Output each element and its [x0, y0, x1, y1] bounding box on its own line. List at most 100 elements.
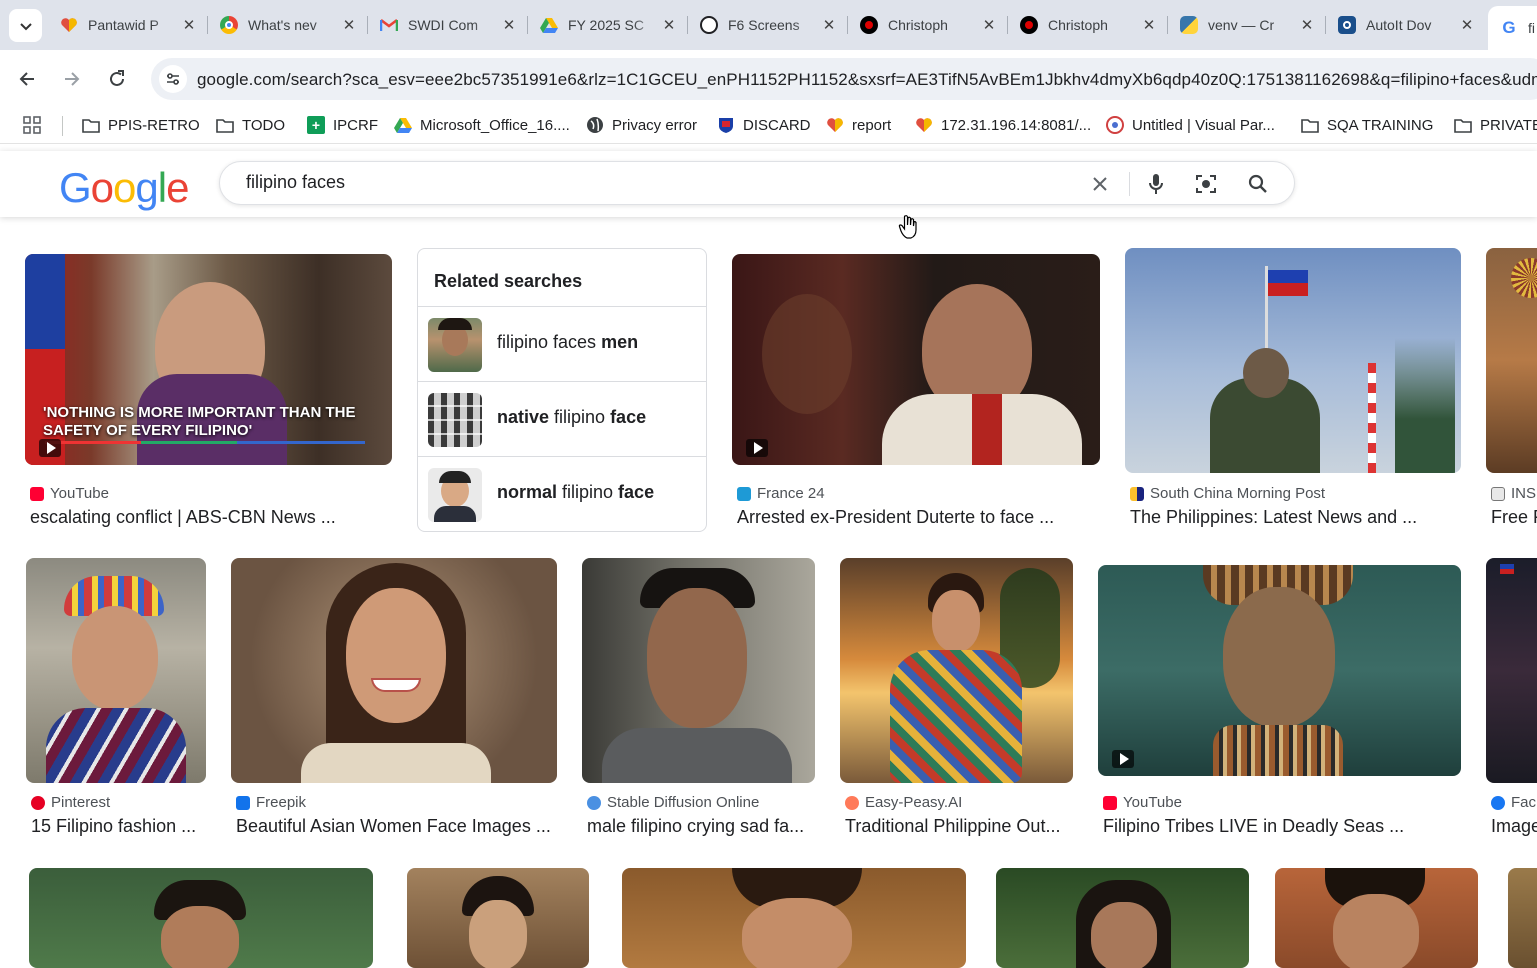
- bookmark-private[interactable]: PRIVATE: [1454, 113, 1537, 137]
- image-result-card[interactable]: Freepik Beautiful Asian Women Face Image…: [231, 558, 557, 840]
- image-result-card[interactable]: [407, 868, 589, 968]
- result-thumbnail[interactable]: [1486, 248, 1537, 473]
- result-thumbnail[interactable]: 'NOTHING IS MORE IMPORTANT THAN THE SAFE…: [25, 254, 392, 465]
- tab-search-button[interactable]: [9, 9, 42, 42]
- result-thumbnail[interactable]: [1275, 868, 1478, 968]
- google-logo[interactable]: Google: [59, 164, 189, 212]
- url-text[interactable]: google.com/search?sca_esv=eee2bc57351991…: [197, 70, 1537, 90]
- result-thumbnail[interactable]: [29, 868, 373, 968]
- voice-search-button[interactable]: [1143, 171, 1169, 197]
- bookmarks-divider: [62, 116, 63, 136]
- close-tab-icon[interactable]: ✕: [1140, 16, 1158, 34]
- close-tab-icon[interactable]: ✕: [1458, 16, 1476, 34]
- tab-title: fi: [1528, 20, 1535, 36]
- close-tab-icon[interactable]: ✕: [660, 16, 678, 34]
- bookmark-discard[interactable]: DISCARD: [717, 113, 811, 137]
- bookmark-ppis-retro[interactable]: PPIS-RETRO: [82, 113, 200, 137]
- bookmark-todo[interactable]: TODO: [216, 113, 285, 137]
- bookmark-label: PRIVATE: [1480, 116, 1537, 134]
- image-result-card[interactable]: [29, 868, 373, 968]
- bookmark-sqa-training[interactable]: SQA TRAINING: [1301, 113, 1433, 137]
- result-thumbnail[interactable]: [582, 558, 815, 783]
- forward-button[interactable]: [55, 62, 89, 96]
- result-thumbnail[interactable]: [231, 558, 557, 783]
- back-button[interactable]: [10, 62, 44, 96]
- search-input[interactable]: [246, 172, 1046, 193]
- result-thumbnail[interactable]: [26, 558, 206, 783]
- image-result-card[interactable]: Easy-Peasy.AI Traditional Philippine Out…: [840, 558, 1073, 840]
- bookmark-privacy-error[interactable]: Privacy error: [586, 113, 697, 137]
- gmail-favicon-icon: [380, 16, 398, 34]
- site-info-button[interactable]: [159, 65, 187, 93]
- chevron-down-icon: [19, 22, 32, 30]
- tab-google-active[interactable]: G fi: [1488, 6, 1537, 50]
- result-caption[interactable]: The Philippines: Latest News and ...: [1130, 507, 1460, 528]
- close-tab-icon[interactable]: ✕: [500, 16, 518, 34]
- result-thumbnail[interactable]: [1098, 565, 1461, 776]
- tab-swdi[interactable]: SWDI Com ✕: [368, 8, 528, 42]
- related-search-item[interactable]: normal filipino face: [418, 456, 706, 531]
- bookmark-microsoft-office[interactable]: Microsoft_Office_16....: [394, 113, 570, 137]
- image-search-button[interactable]: [1193, 171, 1219, 197]
- result-thumbnail[interactable]: [622, 868, 966, 968]
- close-tab-icon[interactable]: ✕: [340, 16, 358, 34]
- result-thumbnail[interactable]: [732, 254, 1100, 465]
- image-result-card[interactable]: [622, 868, 966, 968]
- youtube-icon: [1103, 795, 1117, 810]
- result-thumbnail[interactable]: [1508, 868, 1537, 968]
- tab-venv[interactable]: venv — Cr ✕: [1168, 8, 1326, 42]
- result-caption[interactable]: Image: [1491, 816, 1537, 837]
- result-caption[interactable]: escalating conflict | ABS-CBN News ...: [30, 507, 390, 528]
- result-caption[interactable]: 15 Filipino fashion ...: [31, 816, 211, 837]
- result-caption[interactable]: male filipino crying sad fa...: [587, 816, 815, 837]
- result-source: YouTube: [30, 485, 109, 502]
- result-caption[interactable]: Arrested ex-President Duterte to face ..…: [737, 507, 1097, 528]
- result-caption[interactable]: Traditional Philippine Out...: [845, 816, 1073, 837]
- tab-fy2025[interactable]: FY 2025 SC ✕: [528, 8, 688, 42]
- image-result-card[interactable]: South China Morning Post The Philippines…: [1125, 248, 1461, 534]
- close-tab-icon[interactable]: ✕: [820, 16, 838, 34]
- close-tab-icon[interactable]: ✕: [180, 16, 198, 34]
- tab-autoit[interactable]: AutoIt Dov ✕: [1326, 8, 1486, 42]
- result-thumbnail[interactable]: [407, 868, 589, 968]
- result-source: YouTube: [1103, 794, 1182, 811]
- bookmark-ipcrf[interactable]: + IPCRF: [307, 113, 378, 137]
- search-button[interactable]: [1245, 171, 1271, 197]
- bookmark-ip-address[interactable]: 172.31.196.14:8081/...: [915, 113, 1091, 137]
- reload-button[interactable]: [100, 62, 134, 96]
- result-caption[interactable]: Beautiful Asian Women Face Images ...: [236, 816, 562, 837]
- image-result-card[interactable]: Pinterest 15 Filipino fashion ...: [26, 558, 206, 840]
- result-thumbnail[interactable]: [1486, 558, 1537, 783]
- tab-christoph-2[interactable]: Christoph ✕: [1008, 8, 1168, 42]
- image-result-card[interactable]: 'NOTHING IS MORE IMPORTANT THAN THE SAFE…: [25, 254, 392, 534]
- clear-search-button[interactable]: [1087, 171, 1113, 197]
- close-tab-icon[interactable]: ✕: [980, 16, 998, 34]
- result-thumbnail[interactable]: [996, 868, 1249, 968]
- image-result-card[interactable]: [1508, 868, 1537, 968]
- tab-f6-screens[interactable]: F6 Screens ✕: [688, 8, 848, 42]
- image-result-card[interactable]: YouTube Filipino Tribes LIVE in Deadly S…: [1098, 558, 1461, 840]
- result-caption[interactable]: Free F: [1491, 507, 1537, 528]
- address-bar[interactable]: google.com/search?sca_esv=eee2bc57351991…: [151, 58, 1537, 100]
- bookmark-visual-paradigm[interactable]: Untitled | Visual Par...: [1106, 113, 1275, 137]
- tab-title: What's nev: [248, 17, 317, 33]
- apps-button[interactable]: [23, 113, 41, 137]
- image-result-card[interactable]: Fac Image: [1486, 558, 1537, 840]
- result-caption[interactable]: Filipino Tribes LIVE in Deadly Seas ...: [1103, 816, 1461, 837]
- tab-pantawid[interactable]: Pantawid P ✕: [48, 8, 208, 42]
- image-result-card[interactable]: [1275, 868, 1478, 968]
- close-tab-icon[interactable]: ✕: [1298, 16, 1316, 34]
- result-thumbnail[interactable]: [840, 558, 1073, 783]
- image-result-card[interactable]: Stable Diffusion Online male filipino cr…: [582, 558, 815, 840]
- tab-christoph-1[interactable]: Christoph ✕: [848, 8, 1008, 42]
- tab-whats-new[interactable]: What's nev ✕: [208, 8, 368, 42]
- related-search-text: normal filipino face: [497, 482, 655, 502]
- search-divider: [1129, 172, 1130, 196]
- related-search-item[interactable]: native filipino face: [418, 381, 706, 456]
- result-thumbnail[interactable]: [1125, 248, 1461, 473]
- bookmark-report[interactable]: report: [826, 113, 891, 137]
- image-result-card[interactable]: France 24 Arrested ex-President Duterte …: [732, 254, 1100, 534]
- related-search-item[interactable]: filipino faces men: [418, 306, 706, 381]
- image-result-card[interactable]: INS Free F: [1486, 248, 1537, 534]
- image-result-card[interactable]: [996, 868, 1249, 968]
